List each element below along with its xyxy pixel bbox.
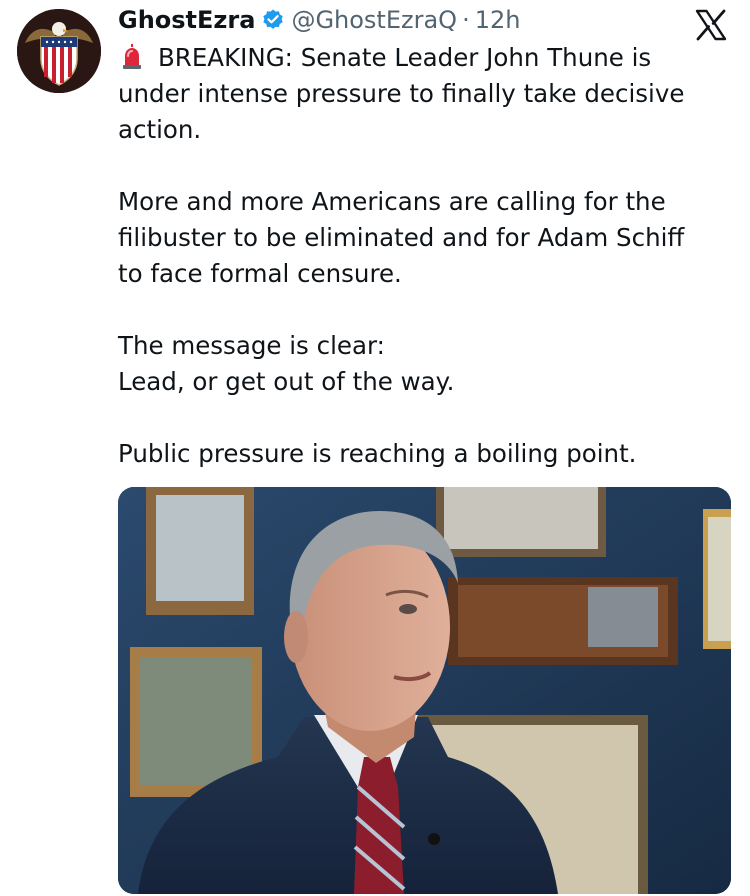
text-line: The message is clear: bbox=[118, 331, 385, 360]
text-line: action. bbox=[118, 115, 202, 144]
paragraph-filibuster: More and more Americans are calling for … bbox=[118, 184, 738, 292]
timestamp[interactable]: 12h bbox=[475, 6, 521, 34]
x-logo-icon[interactable] bbox=[694, 8, 728, 42]
tweet-card[interactable]: GhostEzra @GhostEzraQ · 12h BREAKING: Se… bbox=[0, 0, 750, 896]
tweet-header: GhostEzra @GhostEzraQ · 12h bbox=[118, 2, 520, 38]
text-line: Lead, or get out of the way. bbox=[118, 367, 455, 396]
tweet-text: BREAKING: Senate Leader John Thune is un… bbox=[118, 40, 738, 472]
avatar[interactable] bbox=[17, 9, 101, 93]
paragraph-pressure: Public pressure is reaching a boiling po… bbox=[118, 436, 738, 472]
tweet-photo[interactable] bbox=[118, 487, 731, 894]
text-line: Public pressure is reaching a boiling po… bbox=[118, 439, 637, 468]
text-line: to face formal censure. bbox=[118, 259, 402, 288]
paragraph-message: The message is clear: Lead, or get out o… bbox=[118, 328, 738, 400]
text-line: filibuster to be eliminated and for Adam… bbox=[118, 223, 685, 252]
verified-badge-icon bbox=[261, 8, 285, 32]
text-line: BREAKING: Senate Leader John Thune is bbox=[158, 43, 652, 72]
text-line: under intense pressure to finally take d… bbox=[118, 79, 685, 108]
paragraph-breaking: BREAKING: Senate Leader John Thune is un… bbox=[118, 40, 738, 148]
separator-dot: · bbox=[462, 6, 470, 34]
siren-icon bbox=[118, 43, 146, 71]
text-line: More and more Americans are calling for … bbox=[118, 187, 666, 216]
eagle-shield-icon bbox=[17, 9, 101, 93]
man-in-suit-photo bbox=[118, 487, 731, 894]
user-handle[interactable]: @GhostEzraQ bbox=[291, 6, 457, 34]
display-name[interactable]: GhostEzra bbox=[118, 6, 255, 34]
